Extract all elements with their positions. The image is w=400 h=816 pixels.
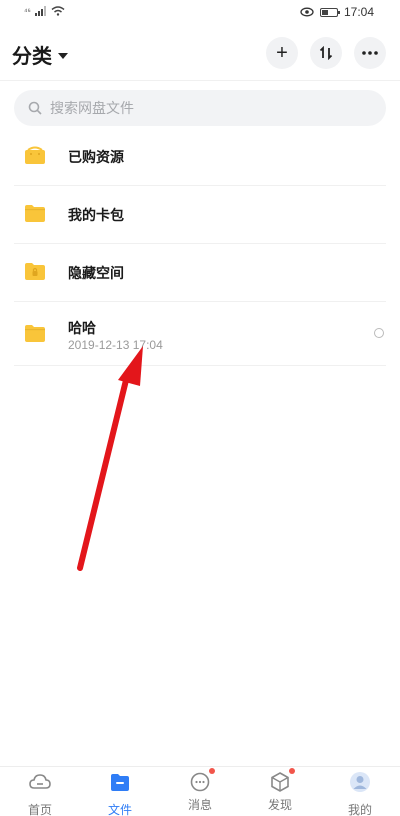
item-name: 已购资源 [68,149,124,165]
header: 分类 + [0,30,400,76]
tab-profile[interactable]: 我的 [320,771,400,816]
message-icon-wrap [189,768,215,793]
discover-badge [289,768,295,774]
status-time: 17:04 [343,5,374,19]
signal-indicators: ⁴⁶ [24,6,65,16]
status-right: 17:04 [300,5,374,19]
bottom-tab-bar: 首页 文件 消息 发现 我的 [0,766,400,816]
item-name: 哈哈 [68,320,96,336]
sort-button[interactable] [310,37,342,69]
select-radio[interactable] [374,328,384,338]
item-name: 我的卡包 [68,207,124,223]
cube-icon [271,772,289,792]
file-list: 已购资源 我的卡包 隐藏空间 哈哈 2019-12-13 17:04 [0,128,400,366]
tab-label: 我的 [347,803,372,816]
battery-icon [319,7,340,17]
tab-label: 发现 [267,798,292,812]
sort-icon [319,46,333,60]
more-icon [362,51,378,55]
list-item[interactable]: 隐藏空间 [14,244,386,302]
category-selector[interactable]: 分类 [12,40,68,69]
tab-label: 首页 [27,803,52,816]
list-item[interactable]: 已购资源 [14,128,386,186]
status-bar: ⁴⁶ 17:04 [0,0,400,26]
add-button[interactable]: + [266,37,298,69]
locked-folder-icon [25,263,45,280]
item-date: 2019-12-13 17:04 [68,338,163,352]
plus-icon: + [276,41,288,64]
wifi-icon [51,6,65,16]
message-badge [209,768,215,774]
signal-icon [34,6,46,16]
page-title: 分类 [12,46,52,68]
tab-files[interactable]: 文件 [80,771,160,816]
folder-icon [25,325,45,342]
tab-label: 消息 [187,798,212,812]
tab-label: 文件 [107,803,132,816]
search-input[interactable]: 搜索网盘文件 [14,90,386,126]
item-name: 隐藏空间 [68,265,124,281]
folder-icon [111,774,129,791]
header-divider [0,80,400,81]
more-button[interactable] [354,37,386,69]
search-placeholder: 搜索网盘文件 [50,100,134,116]
cloud-icon [29,774,51,789]
search-icon [28,101,42,115]
eye-icon [300,7,314,17]
list-item[interactable]: 我的卡包 [14,186,386,244]
profile-icon [350,772,370,792]
tab-home[interactable]: 首页 [0,771,80,816]
carrier-label: ⁴⁶ [24,6,31,16]
tab-messages[interactable]: 消息 [160,768,240,815]
list-item[interactable]: 哈哈 2019-12-13 17:04 [14,302,386,366]
folder-icon [25,205,45,222]
tab-discover[interactable]: 发现 [240,768,320,815]
shopping-bag-folder-icon [25,146,45,164]
cube-icon-wrap [269,768,295,793]
message-icon [190,772,210,792]
caret-down-icon [58,52,68,59]
